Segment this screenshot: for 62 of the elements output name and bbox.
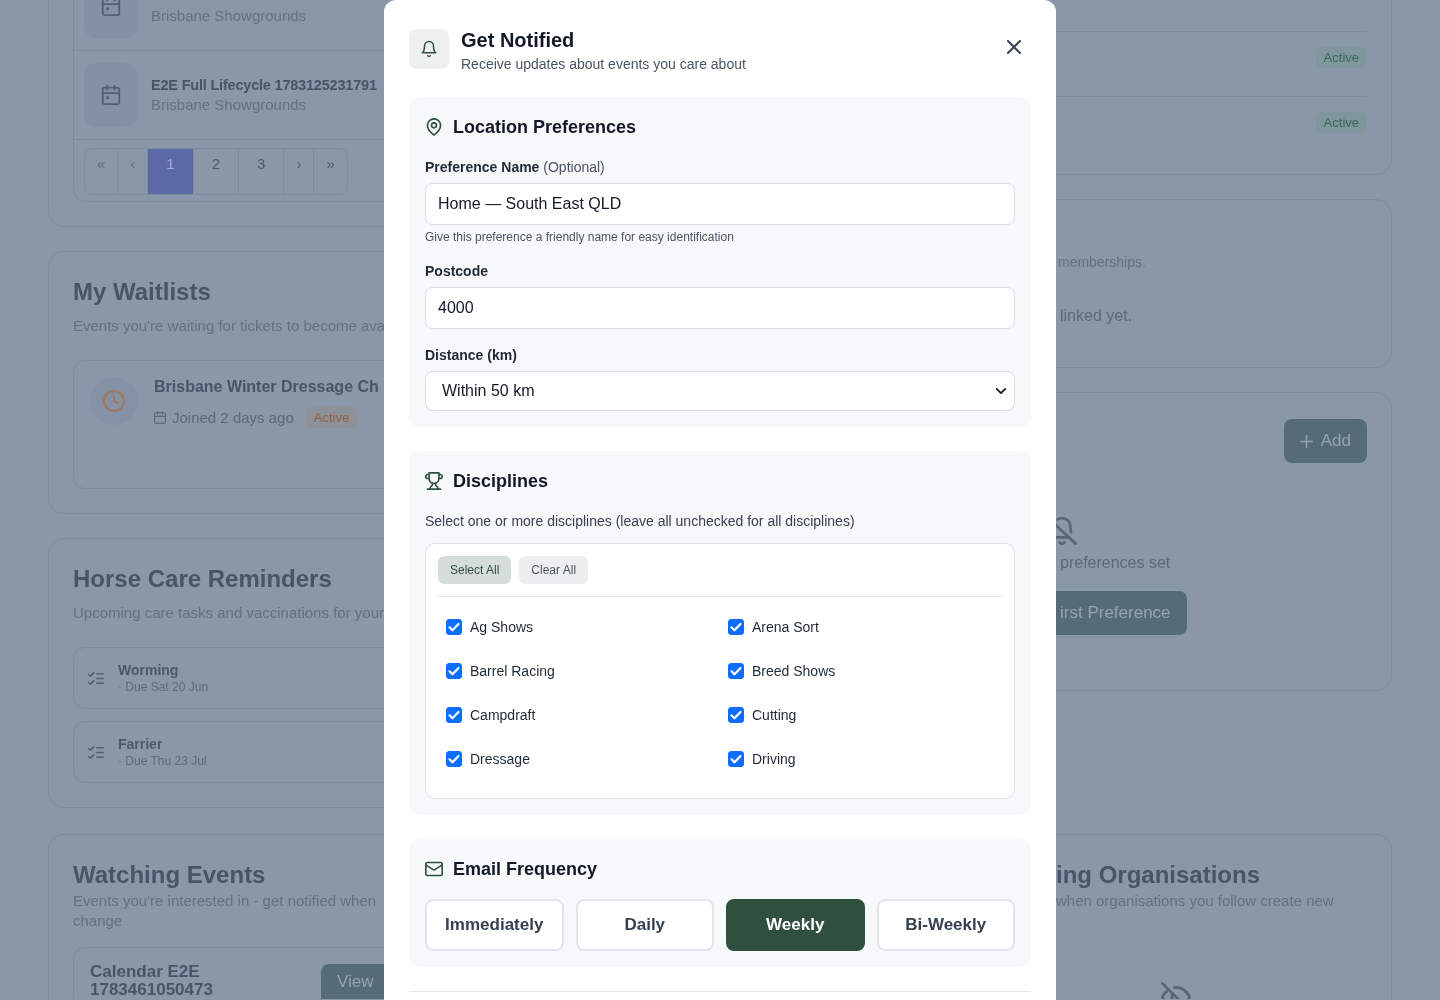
checkbox-label[interactable]: Driving [752, 749, 796, 769]
checkbox[interactable] [446, 619, 462, 635]
dialog-subtitle: Receive updates about events you care about [461, 55, 746, 74]
checkbox[interactable] [728, 707, 744, 723]
card-title: My Waitlists [73, 277, 211, 307]
card-title: Horse Care Reminders [73, 564, 332, 594]
bell-off-icon [1056, 517, 1077, 545]
section-title: Disciplines [453, 470, 549, 493]
field-label: Preference Name (Optional) [425, 158, 605, 177]
field-label: Postcode [425, 262, 488, 281]
reminder-title: Farrier [118, 735, 163, 753]
field-label: Distance (km) [425, 346, 517, 365]
dialog-title: Get Notified [461, 28, 575, 52]
mail-icon [425, 860, 443, 878]
eye-off-icon [1161, 982, 1191, 999]
checkbox-label[interactable]: Cutting [752, 705, 797, 725]
frequency-option[interactable]: Immediately [425, 899, 564, 951]
close-icon [1007, 40, 1021, 54]
map-pin-icon [425, 118, 443, 136]
select-all-button[interactable]: Select All [438, 556, 512, 584]
checkbox[interactable] [446, 751, 462, 767]
calendar-icon [84, 63, 138, 127]
section-title: Email Frequency [453, 858, 598, 881]
clear-all-button[interactable]: Clear All [519, 556, 589, 584]
card-title: Watching Events [73, 860, 266, 890]
text-input[interactable]: Home — South East QLD [425, 183, 1015, 225]
event-title: E2E Full Lifecycle 1783125231791 [151, 76, 377, 95]
checkbox-label[interactable]: Arena Sort [752, 617, 819, 637]
checkbox-label[interactable]: Dressage [470, 749, 530, 769]
frequency-option[interactable]: Daily [575, 899, 714, 951]
clock-icon [90, 377, 138, 425]
status-badge: Active [1315, 112, 1367, 133]
close-button[interactable] [1007, 40, 1021, 54]
section-description: Select one or more disciplines (leave all unchecked for all disciplines) [425, 512, 855, 531]
checkbox-label[interactable]: Breed Shows [752, 661, 836, 681]
status-badge: Active [1315, 47, 1367, 68]
card-title: ing Organisations [1056, 860, 1261, 890]
frequency-option[interactable]: Bi-Weekly [876, 899, 1015, 951]
chevron-down-icon [996, 388, 1006, 394]
calendar-icon [154, 411, 166, 424]
bell-icon [409, 29, 449, 69]
checkbox[interactable] [728, 751, 744, 767]
field-hint: Give this preference a friendly name for easy identification [425, 229, 734, 245]
checkbox-label[interactable]: Barrel Racing [470, 661, 555, 681]
distance-select[interactable]: Within 50 km [425, 371, 1015, 411]
trophy-icon [425, 472, 443, 490]
status-badge: Active [305, 407, 358, 428]
checkbox[interactable] [446, 707, 462, 723]
frequency-option[interactable]: Weekly [726, 899, 865, 951]
checkbox-label[interactable]: Campdraft [470, 705, 536, 725]
plus-icon [1299, 434, 1313, 448]
text-input[interactable]: 4000 [425, 287, 1015, 329]
reminder-title: Worming [118, 661, 179, 679]
checkbox[interactable] [728, 619, 744, 635]
section-title: Location Preferences [453, 116, 637, 139]
waitlist-title: Brisbane Winter Dressage Ch [154, 377, 379, 397]
list-checks-icon [88, 670, 104, 686]
checkbox[interactable] [446, 663, 462, 679]
list-checks-icon [88, 744, 104, 760]
checkbox[interactable] [728, 663, 744, 679]
event-title: Calendar E2E 1783461050473 [90, 963, 214, 999]
checkbox-label[interactable]: Ag Shows [470, 617, 534, 637]
